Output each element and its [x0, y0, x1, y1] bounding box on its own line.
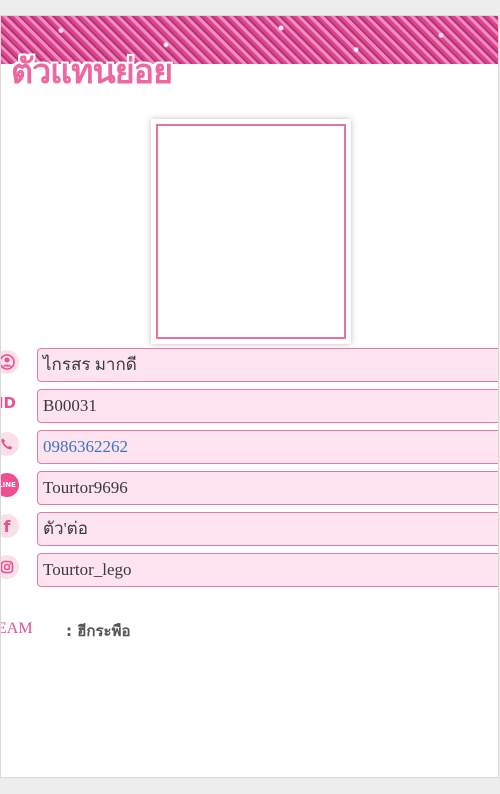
line-row: LINE Tourtor9696 [1, 471, 498, 505]
team-value: : ฮีกระพือ [66, 622, 131, 640]
line-id-field: Tourtor9696 [37, 471, 498, 505]
facebook-field: ตัว'ต่อ [37, 512, 498, 546]
facebook-row: f ตัว'ต่อ [1, 512, 498, 546]
id-icon: ID [1, 391, 19, 415]
phone-link[interactable]: 0986362262 [37, 430, 498, 464]
phone-row: 0986362262 [1, 430, 498, 464]
facebook-icon: f [1, 514, 19, 538]
user-icon [1, 350, 19, 374]
profile-photo [151, 119, 351, 344]
member-id-row: ID B00031 [1, 389, 498, 423]
team-label: EAM [0, 620, 33, 637]
instagram-icon [1, 555, 19, 579]
page-title: ตัวแทนย่อย [11, 52, 173, 92]
line-icon: LINE [1, 473, 19, 497]
name-field: ไกรสร มากดี [37, 348, 498, 382]
agent-card: ตัวแทนย่อย ไกรสร มากดี ID B00031 0986362… [0, 15, 499, 778]
photo-placeholder [156, 124, 346, 339]
phone-icon [1, 432, 19, 456]
instagram-field: Tourtor_lego [37, 553, 498, 587]
member-id-field: B00031 [37, 389, 498, 423]
instagram-row: Tourtor_lego [1, 553, 498, 587]
name-row: ไกรสร มากดี [1, 348, 498, 382]
